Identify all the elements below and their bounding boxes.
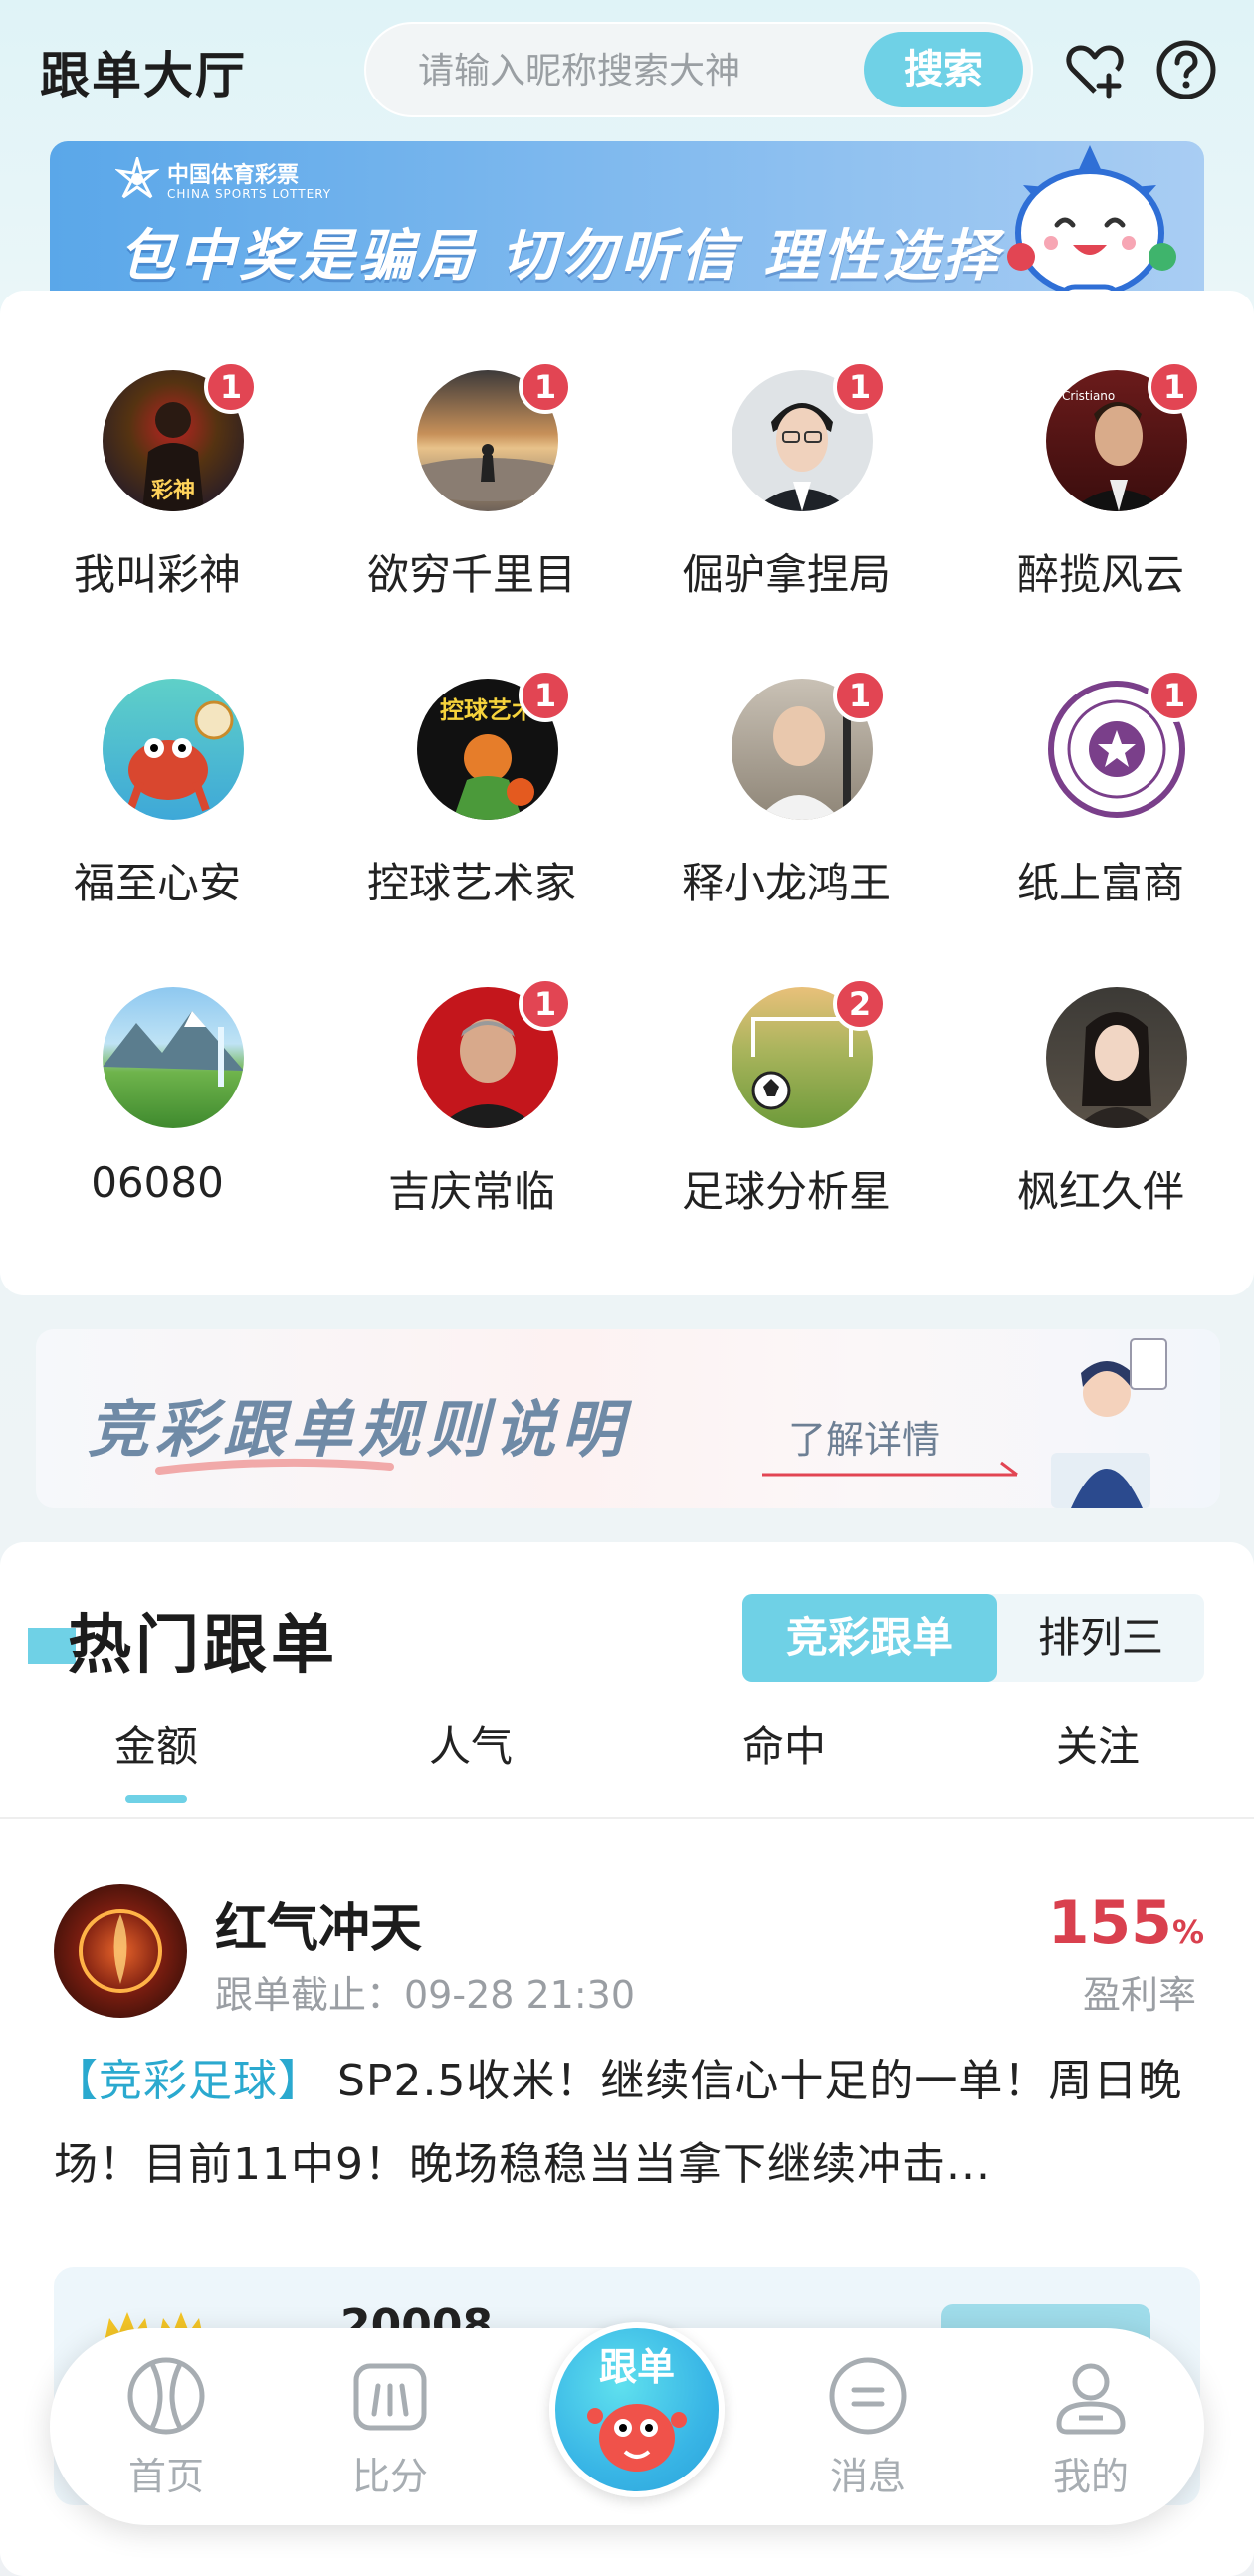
tab-amount[interactable]: 金额 [57, 1713, 256, 1774]
notification-badge: 1 [519, 977, 572, 1031]
search-box[interactable]: 搜索 [364, 22, 1033, 117]
notification-badge: 2 [833, 977, 887, 1031]
notification-badge: 1 [833, 669, 887, 722]
divider [0, 1817, 1254, 1819]
expert-avatar [103, 987, 244, 1128]
profit-rate-label: 盈利率 [1082, 1973, 1196, 2017]
post-user-avatar[interactable] [54, 1884, 187, 2018]
expert-name: 福至心安 [73, 859, 241, 907]
header: 跟单大厅 搜索 [0, 0, 1254, 139]
ball-icon [127, 2357, 205, 2435]
expert-name: 欲穷千里目 [366, 550, 576, 599]
bottom-navigation: 首页 比分 跟单 消息 我的 [50, 2322, 1204, 2525]
category-segmented-control: 竞彩跟单 排列三 [742, 1594, 1204, 1682]
expert-name: 我叫彩神 [73, 550, 241, 599]
post-username[interactable]: 红气冲天 [215, 1886, 422, 1961]
expert-name: 06080 [91, 1158, 224, 1207]
expert-name: 释小龙鸿王 [681, 859, 891, 907]
svg-text:彩神: 彩神 [150, 478, 195, 503]
search-button[interactable]: 搜索 [864, 32, 1023, 107]
favorite-add-icon[interactable] [1063, 38, 1127, 101]
notification-badge: 1 [1148, 360, 1201, 414]
expert-name: 醉揽风云 [1016, 550, 1184, 599]
page-title: 跟单大厅 [40, 47, 247, 104]
expert-item[interactable]: 1 倔驴拿捏局 [677, 360, 896, 619]
rules-learn-more-link[interactable]: 了解详情 [788, 1409, 940, 1464]
active-tab-indicator [125, 1795, 187, 1803]
expert-name: 纸上富商 [1016, 859, 1184, 907]
user-icon [1056, 2363, 1126, 2435]
arrow-right-icon [762, 1461, 1018, 1477]
search-input[interactable] [416, 24, 838, 117]
expert-name: 倔驴拿捏局 [681, 550, 891, 599]
nav-home[interactable]: 首页 [97, 2354, 236, 2500]
brush-stroke-decoration [155, 1458, 394, 1475]
expert-name: 吉庆常临 [387, 1167, 555, 1216]
expert-name: 枫红久伴 [1016, 1167, 1184, 1216]
expert-item[interactable]: 06080 [48, 987, 267, 1236]
expert-avatar [103, 679, 244, 820]
expert-name: 控球艺术家 [366, 859, 576, 907]
expert-item[interactable]: 1 吉庆常临 [362, 977, 581, 1236]
scoreboard-icon [353, 2363, 427, 2431]
nav-profile[interactable]: 我的 [1021, 2354, 1160, 2500]
tab-popularity[interactable]: 人气 [371, 1713, 570, 1774]
post-description[interactable]: 【竞彩足球】 SP2.5收米！继续信心十足的一单！周日晚场！目前11中9！晚场稳… [54, 2040, 1208, 2207]
post-category-tag: 【竞彩足球】 [54, 2056, 322, 2106]
post-deadline: 跟单截止：09-28 21:30 [215, 1973, 636, 2017]
expert-item[interactable]: Cristiano 1 醉揽风云 [991, 360, 1210, 619]
expert-item[interactable]: 1 欲穷千里目 [362, 360, 581, 619]
message-icon [829, 2357, 907, 2435]
notification-badge: 1 [519, 360, 572, 414]
nav-messages[interactable]: 消息 [798, 2354, 938, 2500]
segment-pailie3[interactable]: 排列三 [997, 1594, 1204, 1682]
nav-score[interactable]: 比分 [320, 2354, 460, 2500]
expert-item[interactable]: 1 纸上富商 [991, 669, 1210, 927]
hot-section-title: 热门跟单 [68, 1609, 338, 1683]
segment-jingcai[interactable]: 竞彩跟单 [742, 1594, 997, 1682]
expert-avatar [1046, 987, 1187, 1128]
mascot-icon [587, 2404, 687, 2472]
tab-following[interactable]: 关注 [998, 1713, 1197, 1774]
lottery-logo-icon [115, 157, 159, 199]
expert-name: 足球分析星 [681, 1167, 891, 1216]
expert-item[interactable]: 枫红久伴 [991, 987, 1210, 1236]
help-icon[interactable] [1154, 38, 1218, 101]
expert-item[interactable]: 福至心安 [48, 679, 267, 927]
notification-badge: 1 [519, 669, 572, 722]
nav-follow-center-button[interactable]: 跟单 [549, 2322, 725, 2497]
expert-item[interactable]: 控球艺术 1 控球艺术家 [362, 669, 581, 927]
rules-banner[interactable]: 竞彩跟单规则说明 了解详情 [36, 1329, 1220, 1508]
notification-badge: 1 [833, 360, 887, 414]
lottery-logo-text: 中国体育彩票 CHINA SPORTS LOTTERY [167, 163, 332, 201]
notification-badge: 1 [204, 360, 258, 414]
tab-hit-rate[interactable]: 命中 [685, 1713, 884, 1774]
notification-badge: 1 [1148, 669, 1201, 722]
expert-item[interactable]: 2 足球分析星 [677, 977, 896, 1236]
banner-slogan: 包中奖是骗局 切勿听信 理性选择 [119, 224, 1002, 289]
expert-item[interactable]: 1 释小龙鸿王 [677, 669, 896, 927]
svg-text:Cristiano: Cristiano [1062, 389, 1115, 403]
illustration-person-icon [1051, 1338, 1167, 1508]
experts-grid: 彩神 1 我叫彩神 1 欲穷千里目 1 倔驴拿捏局 Cristiano 1 醉揽… [0, 291, 1254, 1295]
expert-item[interactable]: 彩神 1 我叫彩神 [48, 360, 267, 619]
profit-rate-value: 155% [1047, 1888, 1204, 1958]
